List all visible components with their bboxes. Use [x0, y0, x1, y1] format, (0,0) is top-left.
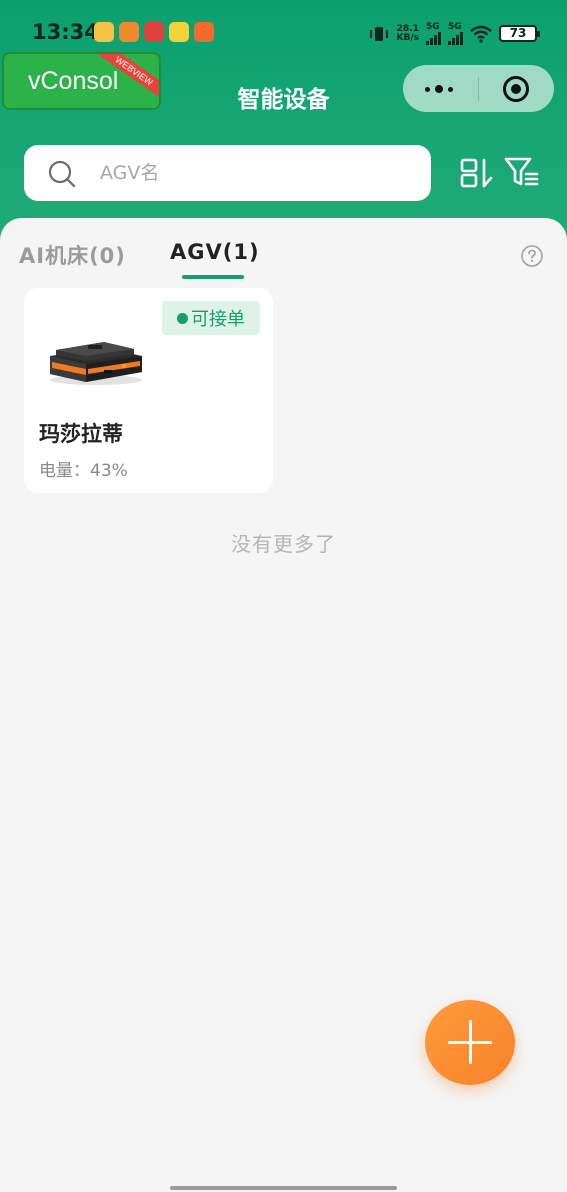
more-options-icon[interactable]	[425, 85, 453, 93]
battery-label: 电量：	[39, 461, 90, 481]
home-indicator[interactable]	[170, 1186, 397, 1190]
agv-robot-image	[50, 342, 142, 385]
video-app-icon	[194, 22, 214, 42]
status-time: 13:34	[32, 20, 99, 44]
status-indicators: 28.1 KB/s 5G 5G 73	[368, 22, 540, 45]
live-app-icon	[119, 22, 139, 42]
tab-ai-machine[interactable]: AI机床(0)	[19, 240, 126, 270]
filter-icon[interactable]	[504, 156, 540, 190]
status-dot-icon	[177, 312, 188, 324]
tab-agv[interactable]: AGV(1)	[170, 240, 260, 264]
wifi-icon	[470, 25, 492, 43]
battery-value: 43%	[90, 461, 128, 481]
search-icon	[48, 160, 76, 188]
lemon-app-icon	[169, 22, 189, 42]
weibo-icon	[94, 22, 114, 42]
close-mini-program-icon[interactable]	[503, 76, 529, 102]
active-tab-indicator	[182, 275, 244, 279]
search-input[interactable]	[100, 157, 410, 189]
status-badge: 可接单	[162, 301, 260, 335]
help-icon[interactable]	[521, 245, 543, 267]
battery-indicator: 73	[499, 25, 540, 42]
signal-strength-2: 5G	[448, 22, 463, 45]
device-battery: 电量：43%	[39, 456, 128, 481]
capsule-divider	[478, 77, 479, 101]
sort-icon[interactable]	[460, 157, 494, 189]
signal-strength-1: 5G	[426, 22, 441, 45]
list-end-text: 没有更多了	[231, 532, 336, 556]
add-device-button[interactable]	[425, 1000, 515, 1085]
notification-app-icons	[94, 22, 214, 42]
shopping-app-icon	[144, 22, 164, 42]
status-label: 可接单	[191, 309, 245, 330]
network-speed: 28.1 KB/s	[396, 23, 419, 43]
vibrate-icon	[369, 26, 388, 41]
device-card[interactable]: 可接单 玛莎拉蒂 电量：43%	[24, 288, 273, 493]
search-box[interactable]	[24, 145, 431, 201]
mini-program-capsule	[403, 65, 554, 112]
device-name: 玛莎拉蒂	[39, 422, 123, 446]
